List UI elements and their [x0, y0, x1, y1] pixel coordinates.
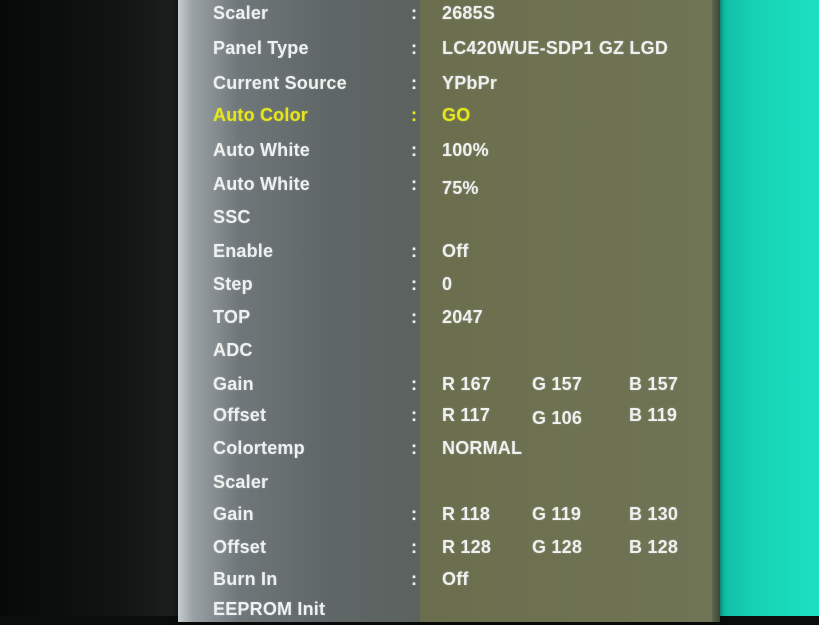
menu-item-value: 75% [442, 178, 479, 198]
menu-item-label: Gain [213, 374, 254, 394]
section-header-scaler: Scaler [178, 468, 720, 498]
separator: : [411, 38, 418, 58]
separator: : [411, 140, 418, 160]
menu-item-label: Auto White [213, 140, 310, 160]
red-value: R 167 [442, 374, 492, 394]
menu-item-value: NORMAL [442, 438, 523, 458]
menu-item-burn-in[interactable]: Burn In : Off [178, 565, 720, 595]
menu-item-label: Step [213, 274, 253, 294]
separator: : [411, 569, 418, 589]
menu-item-label: EEPROM Init [213, 599, 326, 619]
menu-item-label: Scaler [213, 3, 269, 23]
menu-item-label: TOP [213, 307, 251, 327]
menu-item-auto-color[interactable]: Auto Color : GO [178, 101, 720, 131]
menu-item-colortemp[interactable]: Colortemp : NORMAL [178, 434, 720, 464]
separator: : [411, 374, 418, 394]
separator: : [411, 438, 418, 458]
separator: : [411, 307, 418, 327]
menu-item-value: YPbPr [442, 73, 498, 93]
blue-value: B 130 [629, 504, 679, 524]
separator: : [411, 241, 418, 261]
separator: : [411, 73, 418, 93]
monitor-bezel-left [0, 0, 178, 616]
menu-item-label: Burn In [213, 569, 278, 589]
menu-item-label: Offset [213, 537, 267, 557]
menu-item-value: GO [442, 105, 471, 125]
blue-value: B 119 [629, 405, 678, 425]
blue-value: B 157 [629, 374, 679, 394]
menu-item-auto-white-75[interactable]: Auto White : 75% [178, 170, 720, 200]
menu-item-current-source[interactable]: Current Source : YPbPr [178, 69, 720, 99]
green-value: G 119 [532, 504, 582, 524]
green-value: G 106 [532, 408, 583, 428]
menu-item-top[interactable]: TOP : 2047 [178, 303, 720, 333]
menu-item-value: LC420WUE-SDP1 GZ LGD [442, 38, 669, 58]
separator: : [411, 537, 418, 557]
green-value: G 157 [532, 374, 583, 394]
menu-item-label: Panel Type [213, 38, 309, 58]
menu-item-label: Auto Color [213, 105, 308, 125]
green-value: G 128 [532, 537, 583, 557]
menu-item-enable[interactable]: Enable : Off [178, 237, 720, 267]
menu-item-label: Auto White [213, 174, 310, 194]
blue-value: B 128 [629, 537, 679, 557]
menu-item-scaler-gain[interactable]: Gain : R 118 G 119 B 130 [178, 500, 720, 530]
menu-item-label: Enable [213, 241, 274, 261]
menu-item-value: 2685S [442, 3, 496, 23]
separator: : [411, 504, 418, 524]
menu-item-value: 0 [442, 274, 453, 294]
menu-item-label: Colortemp [213, 438, 305, 458]
separator: : [411, 274, 418, 294]
menu-item-scaler-offset[interactable]: Offset : R 128 G 128 B 128 [178, 533, 720, 563]
menu-item-adc-offset[interactable]: Offset : R 117 G 106 B 119 [178, 401, 720, 431]
menu-item-scaler[interactable]: Scaler : 2685S [178, 0, 720, 29]
screen-background [712, 0, 819, 616]
menu-item-label: Current Source [213, 73, 347, 93]
menu-item-label: Gain [213, 504, 254, 524]
menu-item-step[interactable]: Step : 0 [178, 270, 720, 300]
section-header-adc: ADC [178, 336, 720, 366]
menu-item-value: Off [442, 241, 469, 261]
section-header-label: Scaler [213, 472, 269, 492]
menu-item-panel-type[interactable]: Panel Type : LC420WUE-SDP1 GZ LGD [178, 34, 720, 64]
separator: : [411, 105, 418, 125]
menu-item-value: 2047 [442, 307, 483, 327]
section-header-label: ADC [213, 340, 253, 360]
menu-item-value: Off [442, 569, 469, 589]
menu-item-adc-gain[interactable]: Gain : R 167 G 157 B 157 [178, 370, 720, 400]
menu-item-value: 100% [442, 140, 489, 160]
section-header-ssc: SSC [178, 203, 720, 233]
red-value: R 128 [442, 537, 492, 557]
section-header-label: SSC [213, 207, 251, 227]
menu-item-eeprom-init[interactable]: EEPROM Init [178, 595, 720, 625]
red-value: R 118 [442, 504, 491, 524]
separator: : [411, 3, 418, 23]
menu-item-auto-white-100[interactable]: Auto White : 100% [178, 136, 720, 166]
service-menu: Scaler : 2685S Panel Type : LC420WUE-SDP… [178, 0, 720, 622]
separator: : [411, 405, 418, 425]
menu-item-label: Offset [213, 405, 267, 425]
separator: : [411, 174, 418, 194]
red-value: R 117 [442, 405, 491, 425]
